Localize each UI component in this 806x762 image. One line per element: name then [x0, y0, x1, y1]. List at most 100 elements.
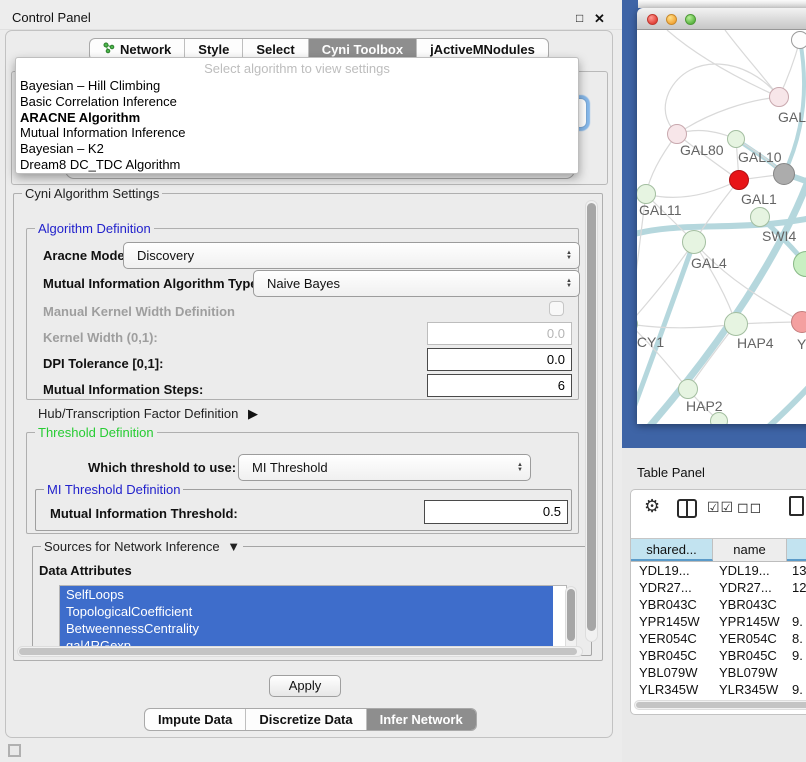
- table-row[interactable]: YPR145WYPR145W9.: [631, 613, 806, 630]
- tab-label: Impute Data: [158, 712, 232, 727]
- column-header[interactable]: A: [787, 539, 806, 561]
- kernel-width-field[interactable]: 0.0: [427, 322, 572, 345]
- settings-horizontal-scrollbar[interactable]: [17, 646, 583, 657]
- settings-vertical-scrollbar[interactable]: [585, 200, 598, 642]
- scrollbar-thumb[interactable]: [567, 589, 575, 641]
- table-cell: 12: [787, 579, 806, 596]
- node-label: GAL1: [741, 191, 777, 207]
- mi-threshold-group: MI Threshold Definition Mutual Informati…: [35, 489, 572, 531]
- mi-steps-field[interactable]: 6: [427, 374, 572, 397]
- float-window-icon[interactable]: □: [576, 11, 583, 25]
- dropdown-item[interactable]: Bayesian – Hill Climbing: [16, 78, 578, 94]
- mi-threshold-label: Mutual Information Threshold:: [50, 506, 238, 521]
- table-row[interactable]: YDL19...YDL19...13: [631, 562, 806, 579]
- table-cell: YPR145W: [713, 613, 787, 630]
- mi-type-value: Naive Bayes: [267, 276, 340, 291]
- dropdown-item[interactable]: ARACNE Algorithm: [16, 110, 578, 126]
- table-cell: YLR345W: [713, 681, 787, 698]
- algorithm-definition-group: Algorithm Definition Aracne Mode: Discov…: [26, 228, 579, 400]
- aracne-mode-combo[interactable]: Discovery ▲▼: [123, 242, 580, 269]
- column-header[interactable]: name: [713, 539, 787, 561]
- manual-kernel-checkbox[interactable]: [549, 301, 564, 316]
- tab-label: Cyni Toolbox: [322, 42, 403, 57]
- tab[interactable]: Impute Data: [145, 709, 246, 730]
- network-icon: [103, 42, 115, 57]
- network-node[interactable]: [727, 130, 745, 148]
- table-cell: 9.: [787, 681, 806, 698]
- network-node[interactable]: [791, 31, 806, 49]
- bottom-tabbar: Impute Data Discretize Data Infer Networ…: [144, 708, 477, 731]
- network-node[interactable]: [682, 230, 706, 254]
- network-node[interactable]: [710, 412, 728, 424]
- network-node[interactable]: [750, 207, 770, 227]
- tab-label: Network: [120, 42, 171, 57]
- dropdown-item[interactable]: Dream8 DC_TDC Algorithm: [16, 157, 578, 173]
- table-horizontal-scrollbar[interactable]: [634, 700, 806, 710]
- dropdown-item[interactable]: Mutual Information Inference: [16, 125, 578, 141]
- network-node[interactable]: [773, 163, 795, 185]
- table-row[interactable]: YBL079WYBL079W: [631, 664, 806, 681]
- network-node[interactable]: [667, 124, 687, 144]
- expand-arrow-icon[interactable]: ▶: [248, 406, 258, 421]
- attribute-item-selected[interactable]: SelfLoops: [60, 586, 553, 603]
- window-close-button[interactable]: [647, 14, 658, 25]
- close-panel-icon[interactable]: ✕: [594, 11, 605, 27]
- attribute-item-selected[interactable]: BetweennessCentrality: [60, 620, 553, 637]
- collapse-panel-button[interactable]: [8, 744, 21, 757]
- apply-button[interactable]: Apply: [269, 675, 341, 697]
- network-node[interactable]: [729, 170, 749, 190]
- table-row[interactable]: YBR043CYBR043C: [631, 596, 806, 613]
- threshold-definition-title: Threshold Definition: [35, 425, 157, 440]
- network-node[interactable]: [791, 311, 806, 333]
- uncheck-all-icon[interactable]: ◻◻: [737, 499, 762, 516]
- check-all-icon[interactable]: ☑☑: [707, 499, 734, 516]
- dropdown-item[interactable]: Basic Correlation Inference: [16, 94, 578, 110]
- dropdown-item-label: Bayesian – Hill Climbing: [20, 78, 160, 93]
- node-label: GCY1: [637, 334, 664, 350]
- dropdown-placeholder: Select algorithm to view settings: [16, 60, 578, 78]
- mi-threshold-field[interactable]: 0.5: [424, 500, 568, 524]
- table-row[interactable]: YLR345WYLR345W9.: [631, 681, 806, 698]
- table-cell: YDL19...: [631, 562, 713, 579]
- which-threshold-combo[interactable]: MI Threshold ▲▼: [238, 454, 531, 481]
- window-zoom-button[interactable]: [685, 14, 696, 25]
- table-cell: YBL079W: [631, 664, 713, 681]
- page-icon[interactable]: [789, 496, 804, 516]
- column-header[interactable]: shared...: [631, 539, 713, 561]
- mi-threshold-title: MI Threshold Definition: [44, 482, 183, 497]
- network-canvas[interactable]: GALGAL80GAL10GAL1GAL11SWI4GAL4GCY1HAP4YH…: [637, 30, 806, 424]
- gear-icon[interactable]: ⚙: [644, 496, 660, 517]
- table-row[interactable]: YER054CYER054C8.: [631, 630, 806, 647]
- attribute-item-selected[interactable]: TopologicalCoefficient: [60, 603, 553, 620]
- dpi-tolerance-field[interactable]: 0.0: [427, 348, 572, 371]
- table-row[interactable]: YBR045CYBR045C9.: [631, 647, 806, 664]
- which-threshold-label: Which threshold to use:: [88, 460, 236, 475]
- table-cell: YBR045C: [631, 647, 713, 664]
- table-row[interactable]: YDR27...YDR27...12: [631, 579, 806, 596]
- table-cell: YDR27...: [631, 579, 713, 596]
- dropdown-item[interactable]: Bayesian – K2: [16, 141, 578, 157]
- network-window: GALGAL80GAL10GAL1GAL11SWI4GAL4GCY1HAP4YH…: [637, 8, 806, 424]
- window-minimize-button[interactable]: [666, 14, 677, 25]
- collapse-arrow-icon[interactable]: ▼: [227, 539, 240, 554]
- network-node[interactable]: [769, 87, 789, 107]
- mi-type-combo[interactable]: Naive Bayes ▲▼: [253, 270, 580, 297]
- tab[interactable]: Discretize Data: [246, 709, 366, 730]
- network-node[interactable]: [678, 379, 698, 399]
- split-columns-icon[interactable]: [677, 499, 697, 518]
- tab[interactable]: Infer Network: [367, 709, 476, 730]
- network-window-titlebar[interactable]: [637, 8, 806, 30]
- table-cell: YPR145W: [631, 613, 713, 630]
- network-node[interactable]: [724, 312, 748, 336]
- table-cell: [787, 664, 806, 681]
- table-cell: 9.: [787, 613, 806, 630]
- table-cell: YBR043C: [631, 596, 713, 613]
- network-node[interactable]: [637, 184, 656, 204]
- hub-section-label[interactable]: Hub/Transcription Factor Definition ▶: [38, 406, 258, 422]
- table-header-row: shared...nameA: [631, 538, 806, 562]
- scrollbar-thumb[interactable]: [19, 648, 577, 655]
- attribute-label: BetweennessCentrality: [66, 621, 199, 636]
- scrollbar-thumb[interactable]: [587, 203, 596, 631]
- attributes-scrollbar[interactable]: [565, 586, 577, 654]
- scrollbar-thumb[interactable]: [636, 702, 806, 708]
